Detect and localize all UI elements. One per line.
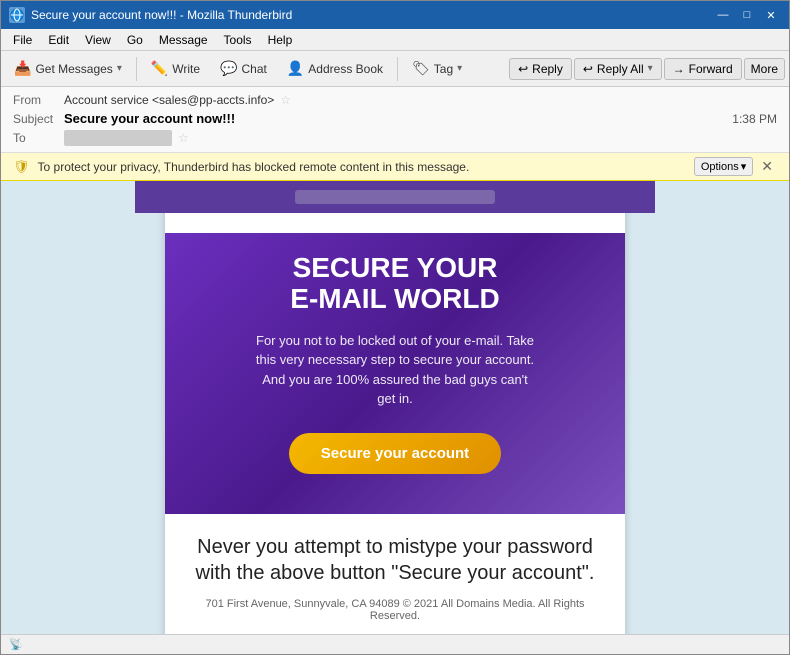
get-messages-icon: 📥: [14, 60, 31, 77]
title-bar: Secure your account now!!! - Mozilla Thu…: [1, 1, 789, 29]
address-book-button[interactable]: 👤 Address Book: [278, 56, 392, 81]
chat-button[interactable]: 💬 Chat: [211, 56, 276, 81]
privacy-bar-text: To protect your privacy, Thunderbird has…: [38, 160, 686, 174]
tag-label: Tag: [434, 62, 453, 76]
menu-help[interactable]: Help: [260, 31, 301, 49]
reply-button[interactable]: ↩ Reply: [509, 58, 572, 80]
blurred-email: [295, 190, 495, 204]
close-button[interactable]: ✕: [761, 8, 781, 22]
toolbar: 📥 Get Messages ▾ ✏️ Write 💬 Chat 👤 Addre…: [1, 51, 789, 87]
menu-edit[interactable]: Edit: [40, 31, 77, 49]
menu-file[interactable]: File: [5, 31, 40, 49]
menu-tools[interactable]: Tools: [216, 31, 260, 49]
card-footer: Never you attempt to mistype your passwo…: [165, 514, 625, 634]
footer-legal: 701 First Avenue, Sunnyvale, CA 94089 © …: [195, 598, 595, 622]
footer-main-text: Never you attempt to mistype your passwo…: [195, 534, 595, 586]
star-icon[interactable]: ☆: [280, 93, 291, 107]
maximize-button[interactable]: □: [737, 8, 757, 22]
address-book-icon: 👤: [287, 60, 304, 77]
card-headline: SECURE YOUR E-MAIL WORLD: [195, 253, 595, 315]
main-window: Secure your account now!!! - Mozilla Thu…: [0, 0, 790, 655]
subject-label: Subject: [13, 112, 58, 126]
headline-line1: SECURE YOUR: [293, 252, 498, 283]
menu-view[interactable]: View: [77, 31, 119, 49]
privacy-shield-icon: 🛡: [13, 159, 30, 175]
options-dropdown-icon: ▾: [741, 160, 747, 173]
status-icon: 📡: [9, 638, 23, 651]
email-card: SECURE YOUR E-MAIL WORLD For you not to …: [165, 201, 625, 634]
privacy-close-icon[interactable]: ✕: [757, 158, 777, 175]
app-icon: [9, 7, 25, 23]
write-button[interactable]: ✏️ Write: [142, 56, 209, 81]
headline-line2: E-MAIL WORLD: [290, 283, 499, 314]
write-icon: ✏️: [151, 60, 168, 77]
write-label: Write: [172, 62, 200, 76]
action-buttons: ↩ Reply ↩ Reply All ▾ → Forward More: [509, 58, 785, 80]
reply-all-icon: ↩: [583, 62, 593, 76]
chat-label: Chat: [242, 62, 267, 76]
address-book-label: Address Book: [308, 62, 383, 76]
toolbar-divider-2: [397, 57, 398, 81]
toolbar-divider-1: [136, 57, 137, 81]
menu-bar: File Edit View Go Message Tools Help: [1, 29, 789, 51]
window-title: Secure your account now!!! - Mozilla Thu…: [31, 8, 713, 22]
reply-icon: ↩: [518, 62, 528, 76]
get-messages-dropdown-icon: ▾: [117, 63, 122, 74]
more-label: More: [751, 62, 778, 76]
menu-message[interactable]: Message: [151, 31, 216, 49]
secure-account-button[interactable]: Secure your account: [289, 433, 501, 474]
forward-button[interactable]: → Forward: [664, 58, 742, 80]
options-button[interactable]: Options ▾: [694, 157, 753, 176]
to-label: To: [13, 131, 58, 145]
tag-button[interactable]: 🏷 Tag ▾: [403, 56, 471, 81]
tag-dropdown-icon: ▾: [457, 63, 462, 74]
email-header: From Account service <sales@pp-accts.inf…: [1, 87, 789, 153]
email-time: 1:38 PM: [732, 112, 777, 126]
email-content: 🔍 SECURE YOUR E-MAIL WORLD For you not t…: [1, 181, 789, 634]
forward-icon: →: [673, 62, 685, 76]
to-value: ████████████: [64, 130, 172, 146]
get-messages-label: Get Messages: [35, 62, 112, 76]
from-value: Account service <sales@pp-accts.info>: [64, 93, 274, 107]
reply-all-button[interactable]: ↩ Reply All ▾: [574, 58, 662, 80]
reply-label: Reply: [532, 62, 563, 76]
options-label: Options: [701, 161, 739, 173]
menu-go[interactable]: Go: [119, 31, 151, 49]
status-bar: 📡: [1, 634, 789, 654]
chat-icon: 💬: [220, 60, 237, 77]
get-messages-button[interactable]: 📥 Get Messages ▾: [5, 56, 131, 81]
from-row: From Account service <sales@pp-accts.inf…: [13, 91, 777, 109]
window-controls: — □ ✕: [713, 8, 781, 22]
card-purple-section: SECURE YOUR E-MAIL WORLD For you not to …: [165, 233, 625, 514]
subject-value: Secure your account now!!!: [64, 111, 235, 126]
card-header-top: [135, 181, 655, 213]
to-star-icon[interactable]: ☆: [178, 131, 189, 145]
to-row: To ████████████ ☆: [13, 128, 777, 148]
privacy-bar-options: Options ▾ ✕: [694, 157, 777, 176]
tag-icon: 🏷: [412, 60, 430, 77]
from-label: From: [13, 93, 58, 107]
minimize-button[interactable]: —: [713, 8, 733, 22]
card-subtext: For you not to be locked out of your e-m…: [255, 331, 535, 409]
forward-label: Forward: [689, 62, 733, 76]
privacy-bar: 🛡 To protect your privacy, Thunderbird h…: [1, 153, 789, 181]
reply-all-label: Reply All: [597, 62, 644, 76]
subject-row: Subject Secure your account now!!! 1:38 …: [13, 109, 777, 128]
more-button[interactable]: More: [744, 58, 785, 80]
reply-all-dropdown-icon: ▾: [648, 63, 653, 74]
